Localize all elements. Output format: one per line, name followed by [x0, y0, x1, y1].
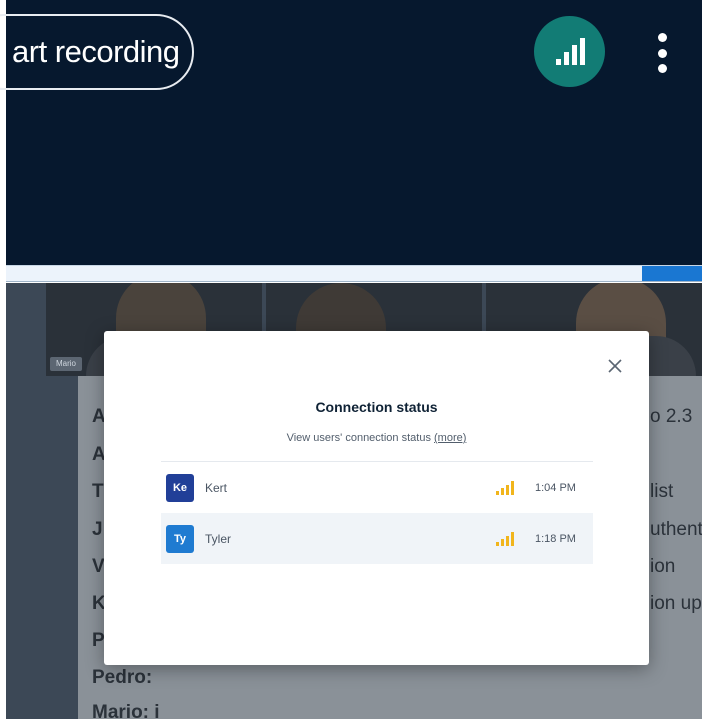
connection-list: Ke Kert 1:04 PM Ty Tyler 1:18 PM — [161, 461, 593, 564]
signal-bars-icon — [555, 37, 585, 65]
user-name: Tyler — [205, 531, 232, 546]
document-line: V — [92, 556, 105, 577]
dialog-title: Connection status — [315, 399, 438, 415]
signal-bars-icon — [496, 480, 514, 495]
dialog-subtitle: View users' connection status (more) — [104, 432, 649, 444]
connection-status-dialog: Connection status View users' connection… — [104, 331, 649, 665]
meeting-toolbar: art recording — [0, 0, 702, 265]
connection-time: 1:04 PM — [535, 481, 576, 494]
avatar: Ke — [166, 473, 194, 502]
document-line: ion — [650, 556, 676, 577]
kebab-menu-icon[interactable] — [654, 33, 670, 73]
list-item: Ke Kert 1:04 PM — [161, 462, 593, 513]
list-item: Ty Tyler 1:18 PM — [161, 513, 593, 564]
document-line: J — [92, 519, 103, 540]
document-line: o 2.3 — [650, 406, 693, 427]
scrollbar-thumb[interactable] — [642, 266, 702, 281]
document-line: T — [92, 481, 104, 502]
document-line: Mario: i — [92, 702, 160, 719]
signal-bars-icon — [496, 531, 514, 546]
document-line: list — [650, 481, 674, 502]
connection-time: 1:18 PM — [535, 532, 576, 545]
document-line: Pedro: — [92, 667, 153, 688]
document-line: uthent — [650, 519, 702, 540]
screen: art recording Mario A A T J V K P Pedro:… — [0, 0, 702, 719]
document-line: ion up — [650, 593, 702, 614]
horizontal-scrollbar[interactable] — [6, 265, 702, 282]
document-line: P — [92, 630, 105, 651]
more-link[interactable]: (more) — [434, 432, 466, 444]
connection-status-button[interactable] — [534, 16, 605, 87]
close-icon[interactable] — [606, 357, 624, 375]
dialog-subtitle-text: View users' connection status — [286, 432, 431, 444]
video-name-label: Mario — [50, 357, 83, 371]
user-name: Kert — [205, 480, 228, 495]
avatar: Ty — [166, 524, 194, 553]
start-recording-button[interactable]: art recording — [0, 14, 194, 90]
start-recording-label: art recording — [12, 34, 180, 69]
